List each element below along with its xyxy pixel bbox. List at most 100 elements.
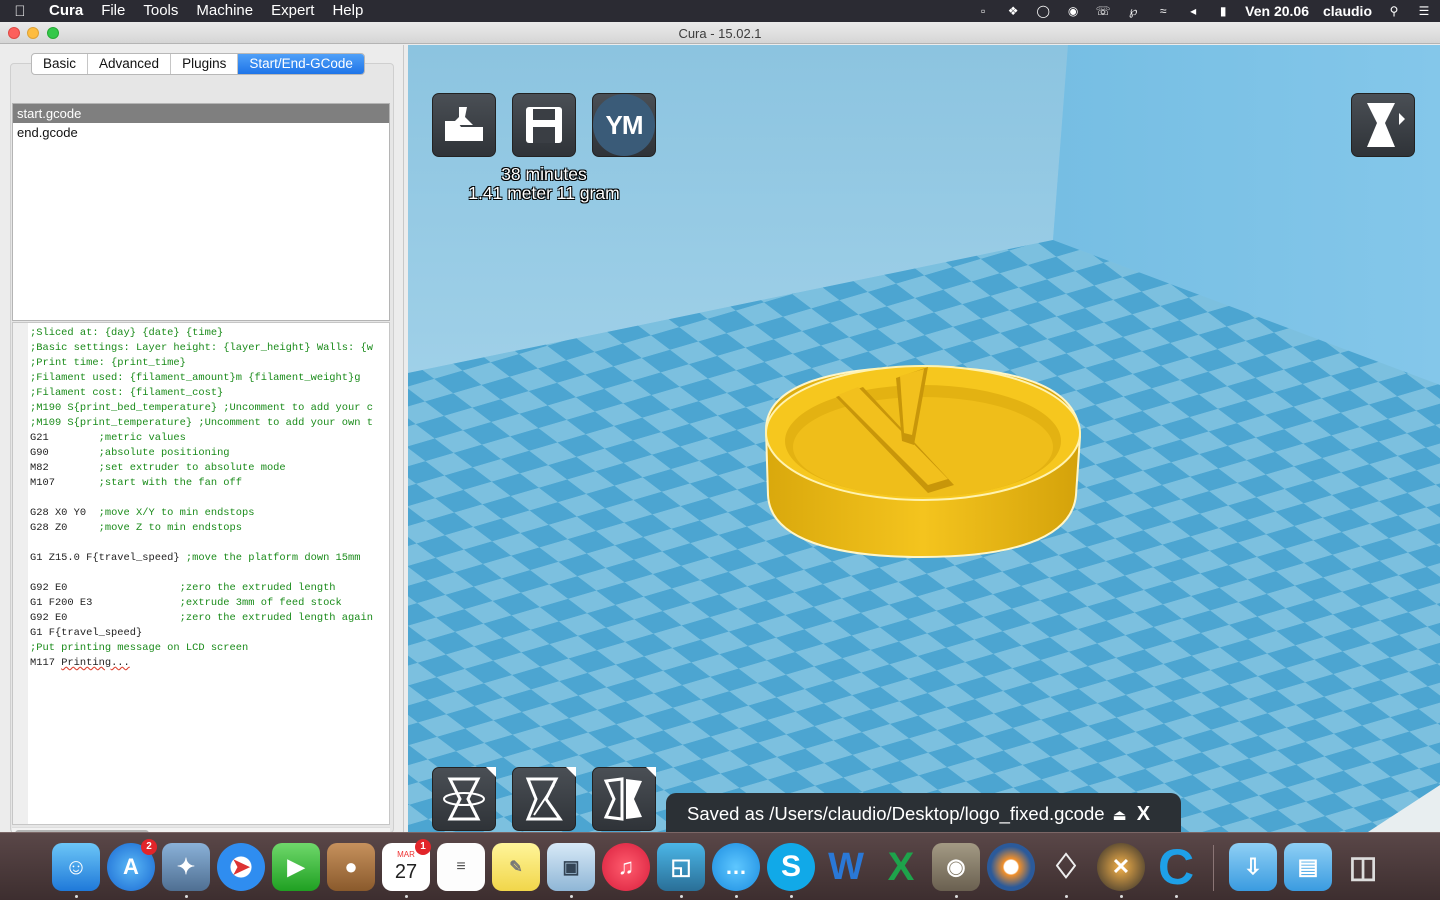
skype-icon[interactable]: S (767, 843, 815, 891)
menu-app-cura[interactable]: Cura (40, 0, 92, 22)
menu-tools[interactable]: Tools (134, 0, 187, 22)
gcode-line[interactable]: G92 E0 ;zero the extruded length again (30, 611, 373, 626)
menu-machine[interactable]: Machine (187, 0, 262, 22)
tab-basic[interactable]: Basic (32, 54, 89, 74)
menubar-user[interactable]: claudio (1323, 3, 1372, 19)
gcode-line[interactable]: M117 Printing... (30, 656, 373, 671)
scale-button[interactable] (512, 767, 576, 831)
phone-icon[interactable]: ☏ (1095, 4, 1111, 18)
gcode-editor[interactable]: ;Sliced at: {day} {date} {time} ;Basic se… (12, 322, 390, 825)
word-icon[interactable]: W (822, 843, 870, 891)
volume-icon[interactable]: ◂ (1185, 4, 1201, 18)
gcode-line[interactable]: ;Print time: {print_time} (30, 356, 373, 371)
spotlight-search-icon[interactable]: ⚲ (1386, 4, 1402, 18)
bluetooth-icon[interactable]: ℘ (1125, 4, 1141, 18)
cura-icon[interactable]: C (1152, 839, 1200, 895)
notification-center-icon[interactable]: ☰ (1416, 4, 1432, 18)
settings-panel: Basic Advanced Plugins Start/End-GCode s… (0, 45, 404, 838)
gcode-line[interactable]: ;Put printing message on LCD screen (30, 641, 373, 656)
view-mode-button[interactable] (1351, 93, 1415, 157)
contacts-icon[interactable]: ● (327, 843, 375, 891)
record-icon[interactable]: ◉ (1065, 4, 1081, 18)
tab-start-end-gcode[interactable]: Start/End-GCode (238, 54, 364, 74)
gcode-line[interactable] (30, 536, 373, 551)
gcode-line[interactable] (30, 491, 373, 506)
facetime-icon[interactable]: ▶ (272, 843, 320, 891)
menu-help[interactable]: Help (323, 0, 372, 22)
file-item-start-gcode[interactable]: start.gcode (13, 104, 389, 123)
reminders-icon[interactable]: ≡ (437, 843, 485, 891)
window-title: Cura - 15.02.1 (678, 26, 762, 41)
notes-icon[interactable]: ✎ (492, 843, 540, 891)
gcode-line[interactable]: ;M190 S{print_bed_temperature} ;Uncommen… (30, 401, 373, 416)
dropbox-icon[interactable]: ❖ (1005, 4, 1021, 18)
gcode-line[interactable]: G28 X0 Y0 ;move X/Y to min endstops (30, 506, 373, 521)
menu-expert[interactable]: Expert (262, 0, 323, 22)
tab-advanced[interactable]: Advanced (88, 54, 172, 74)
gcode-line[interactable]: G90 ;absolute positioning (30, 446, 373, 461)
gcode-line[interactable]: M82 ;set extruder to absolute mode (30, 461, 373, 476)
excel-icon[interactable]: X (877, 843, 925, 891)
file-item-end-gcode[interactable]: end.gcode (13, 123, 389, 142)
cloud-sync-icon[interactable]: ◯ (1035, 4, 1051, 18)
notification-text: Saved as /Users/claudio/Desktop/logo_fix… (687, 803, 1105, 824)
print-time: 38 minutes (501, 164, 587, 184)
gcode-line[interactable]: M107 ;start with the fan off (30, 476, 373, 491)
print-estimate: 38 minutes 1.41 meter 11 gram (464, 165, 624, 203)
downloads-folder-icon[interactable]: ⇩ (1229, 843, 1277, 891)
gcode-line[interactable]: G1 F{travel_speed} (30, 626, 373, 641)
preview-icon[interactable]: ▣ (547, 843, 595, 891)
calendar-day: 27 (394, 861, 418, 883)
gcode-line[interactable]: ;Filament cost: {filament_cost} (30, 386, 373, 401)
print-material: 1.41 meter 11 gram (468, 183, 620, 203)
battery-icon[interactable]: ▮ (1215, 4, 1231, 18)
scale-icon (525, 777, 563, 821)
safari-icon[interactable]: ➤ (217, 843, 265, 891)
messages-icon[interactable]: … (712, 843, 760, 891)
rotate-button[interactable] (432, 767, 496, 831)
finder-icon[interactable]: ☺ (52, 843, 100, 891)
gimp-icon[interactable]: ◉ (932, 843, 980, 891)
gcode-text[interactable]: ;Sliced at: {day} {date} {time} ;Basic se… (30, 326, 373, 671)
documents-folder-icon[interactable]: ▤ (1284, 843, 1332, 891)
mirror-button[interactable] (592, 767, 656, 831)
apple-icon[interactable]:  (0, 3, 40, 20)
x11-icon[interactable]: ✕ (1097, 843, 1145, 891)
eject-icon[interactable]: ⏏ (1113, 807, 1127, 824)
gcode-line[interactable]: G28 Z0 ;move Z to min endstops (30, 521, 373, 536)
gcode-line[interactable]: ;Filament used: {filament_amount}m {fila… (30, 371, 373, 386)
gcode-line[interactable]: ;Basic settings: Layer height: {layer_he… (30, 341, 373, 356)
tab-plugins[interactable]: Plugins (171, 54, 239, 74)
3d-viewport[interactable]: YM 38 minutes 1.41 meter 11 gram Saved a… (408, 45, 1440, 832)
blender-icon[interactable] (987, 843, 1035, 891)
trash-icon[interactable]: ◫ (1339, 843, 1387, 891)
inkscape-robot-icon[interactable]: ♢ (1042, 843, 1090, 891)
wifi-icon[interactable]: ≈ (1155, 4, 1171, 18)
gcode-line[interactable]: G92 E0 ;zero the extruded length (30, 581, 373, 596)
dock-separator (1213, 845, 1214, 891)
youmagine-button[interactable]: YM (592, 93, 656, 157)
menubar-clock[interactable]: Ven 20.06 (1245, 3, 1309, 19)
gcode-line[interactable]: G21 ;metric values (30, 431, 373, 446)
menu-file[interactable]: File (92, 0, 134, 22)
gcode-line[interactable]: ;Sliced at: {day} {date} {time} (30, 326, 373, 341)
load-model-button[interactable] (432, 93, 496, 157)
app-store-badge: 2 (141, 839, 157, 855)
image-capture-icon[interactable]: ◱ (657, 843, 705, 891)
yellow-coin-model (764, 365, 1082, 559)
gcode-line[interactable]: G1 F200 E3 ;extrude 3mm of feed stock (30, 596, 373, 611)
window-titlebar[interactable]: Cura - 15.02.1 (0, 22, 1440, 44)
gcode-line[interactable]: ;M109 S{print_temperature} ;Uncomment to… (30, 416, 373, 431)
notification-status-icon[interactable]: ▫ (975, 4, 991, 18)
calendar-badge: 1 (415, 839, 431, 855)
gcode-line[interactable]: G1 Z15.0 F{travel_speed} ;move the platf… (30, 551, 373, 566)
menubar:  Cura File Tools Machine Expert Help ▫ … (0, 0, 1440, 22)
close-notification-button[interactable]: X (1137, 803, 1150, 825)
mail-bird-icon[interactable]: ✦ (162, 843, 210, 891)
itunes-icon[interactable]: ♫ (602, 843, 650, 891)
gcode-line[interactable] (30, 566, 373, 581)
gcode-file-list: start.gcode end.gcode (12, 103, 390, 321)
settings-tabs: Basic Advanced Plugins Start/End-GCode (31, 53, 365, 75)
save-gcode-button[interactable] (512, 93, 576, 157)
editor-gutter (13, 323, 28, 824)
